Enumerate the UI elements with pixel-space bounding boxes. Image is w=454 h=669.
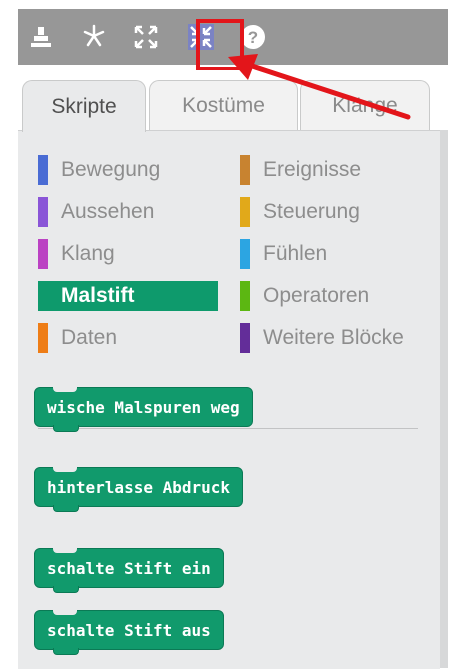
tab-scripts[interactable]: Skripte — [22, 80, 146, 132]
